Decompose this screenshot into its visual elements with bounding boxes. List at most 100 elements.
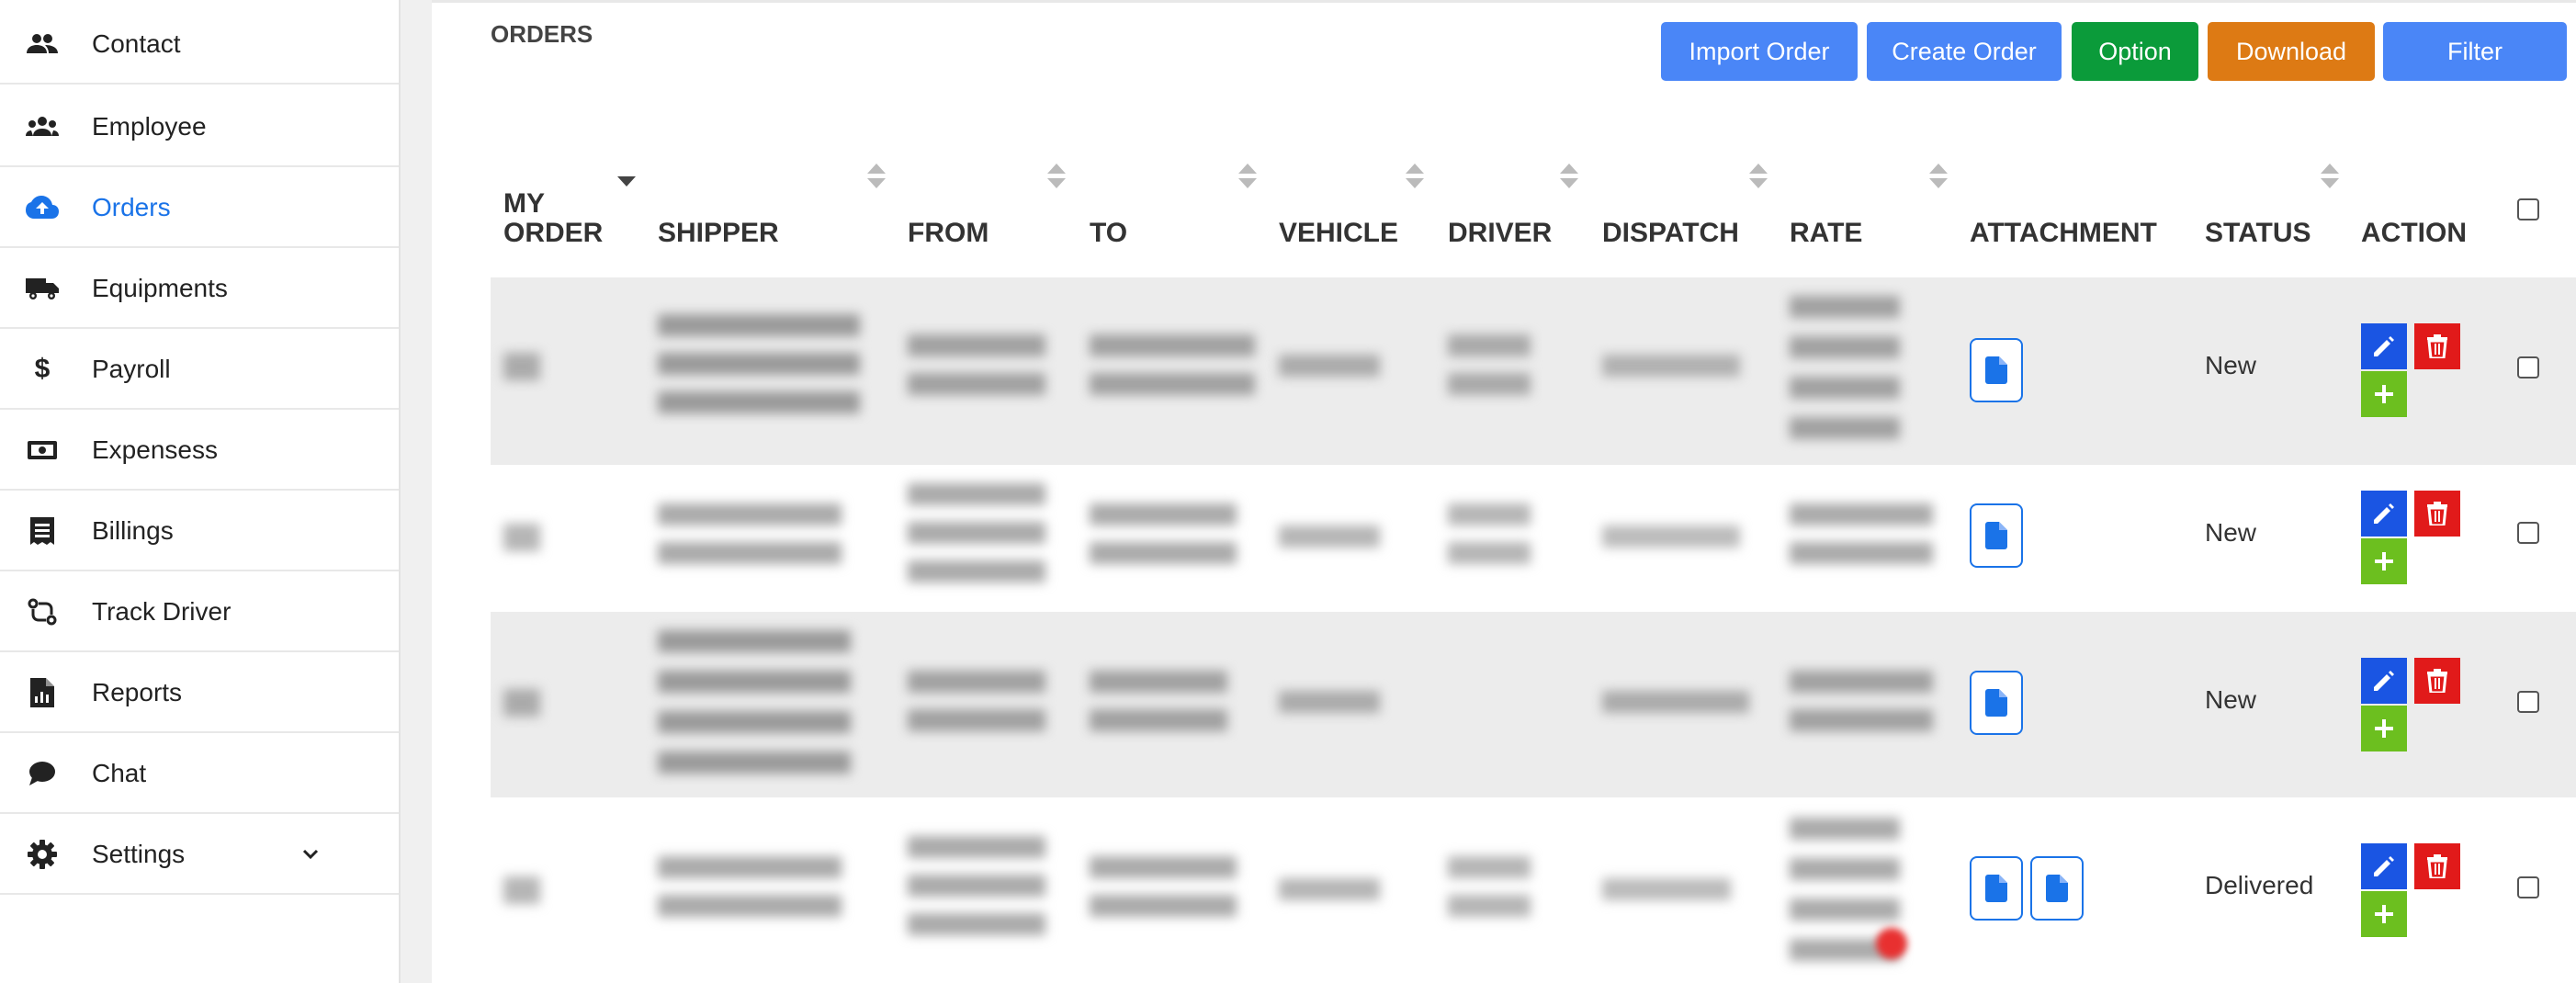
- row-checkbox[interactable]: [2517, 522, 2539, 544]
- add-button[interactable]: [2361, 891, 2407, 937]
- truck-icon: [26, 274, 59, 303]
- column-header-label: FROM: [908, 218, 989, 248]
- document-icon: [1985, 356, 2007, 384]
- plus-icon: [2375, 719, 2393, 738]
- column-header-to[interactable]: TO: [1090, 156, 1127, 276]
- sidebar-item-employee[interactable]: Employee: [0, 86, 399, 167]
- chevron-down-icon[interactable]: [298, 842, 323, 867]
- sort-icon[interactable]: [1929, 164, 1948, 191]
- filter-button[interactable]: Filter: [2383, 22, 2567, 81]
- page-title: ORDERS: [491, 20, 593, 48]
- sort-desc-icon[interactable]: [617, 176, 636, 186]
- table-row[interactable]: New: [491, 277, 2576, 465]
- dispatch-cell: [1602, 691, 1749, 713]
- table-row[interactable]: New: [491, 612, 2576, 797]
- column-header-from[interactable]: FROM: [908, 156, 989, 276]
- select-all-checkbox[interactable]: [2517, 198, 2539, 220]
- document-icon: [2046, 875, 2068, 902]
- shipper-cell: [658, 503, 842, 568]
- sort-icon[interactable]: [2321, 164, 2339, 191]
- row-checkbox[interactable]: [2517, 356, 2539, 379]
- column-header-label: SHIPPER: [658, 218, 779, 248]
- table-row[interactable]: Delivered: [491, 797, 2576, 983]
- sidebar-item-track-driver[interactable]: Track Driver: [0, 571, 399, 652]
- attachment-button[interactable]: [1970, 503, 2023, 568]
- edit-button[interactable]: [2361, 843, 2407, 889]
- trash-icon: [2427, 334, 2447, 358]
- attachment-button[interactable]: [1970, 338, 2023, 402]
- alert-dot: [1876, 928, 1907, 959]
- shipper-cell: [658, 314, 860, 423]
- from-cell: [908, 334, 1045, 399]
- cloud-upload-icon: [26, 193, 59, 222]
- order-number: [503, 876, 540, 904]
- column-header-shipper[interactable]: SHIPPER: [658, 156, 779, 276]
- rate-cell: [1790, 671, 1933, 735]
- to-cell: [1090, 671, 1227, 735]
- sidebar-item-label: Billings: [92, 516, 174, 545]
- chat-bubble-icon: [26, 759, 59, 788]
- add-button[interactable]: [2361, 706, 2407, 751]
- trash-icon: [2427, 669, 2447, 693]
- column-header-vehicle[interactable]: VEHICLE: [1279, 156, 1398, 276]
- sidebar-item-payroll[interactable]: $ Payroll: [0, 329, 399, 410]
- download-button[interactable]: Download: [2208, 22, 2375, 81]
- sidebar-item-chat[interactable]: Chat: [0, 733, 399, 814]
- dispatch-cell: [1602, 525, 1740, 548]
- delete-button[interactable]: [2414, 658, 2460, 704]
- sidebar-item-orders[interactable]: Orders: [0, 167, 399, 248]
- sidebar: Contact Employee Orders Equipments $ Pay…: [0, 0, 401, 983]
- sort-icon[interactable]: [867, 164, 886, 191]
- attachment-button[interactable]: [1970, 856, 2023, 921]
- sidebar-item-reports[interactable]: Reports: [0, 652, 399, 733]
- sort-icon[interactable]: [1406, 164, 1424, 191]
- column-header-driver[interactable]: DRIVER: [1448, 156, 1552, 276]
- sidebar-item-equipments[interactable]: Equipments: [0, 248, 399, 329]
- import-order-button[interactable]: Import Order: [1661, 22, 1858, 81]
- row-checkbox[interactable]: [2517, 691, 2539, 713]
- column-header-label: DRIVER: [1448, 218, 1553, 248]
- sort-icon[interactable]: [1560, 164, 1578, 191]
- column-header-my-order[interactable]: MY ORDER: [503, 156, 623, 276]
- sidebar-item-label: Settings: [92, 840, 186, 868]
- option-button[interactable]: Option: [2072, 22, 2198, 81]
- edit-button[interactable]: [2361, 658, 2407, 704]
- vehicle-cell: [1279, 878, 1380, 900]
- status-badge: New: [2205, 685, 2257, 714]
- edit-button[interactable]: [2361, 491, 2407, 537]
- delete-button[interactable]: [2414, 843, 2460, 889]
- column-header-label: ACTION: [2361, 218, 2467, 248]
- sidebar-item-settings[interactable]: Settings: [0, 814, 399, 895]
- create-order-button[interactable]: Create Order: [1867, 22, 2062, 81]
- driver-cell: [1448, 503, 1531, 568]
- sidebar-item-label: Track Driver: [92, 597, 232, 626]
- sort-icon[interactable]: [1749, 164, 1768, 191]
- group-icon: [26, 112, 59, 141]
- column-header-dispatch[interactable]: DISPATCH: [1602, 156, 1739, 276]
- add-button[interactable]: [2361, 538, 2407, 584]
- column-header-label: RATE: [1790, 218, 1863, 248]
- status-badge: New: [2205, 518, 2257, 547]
- sort-icon[interactable]: [1238, 164, 1257, 191]
- sidebar-item-contact[interactable]: Contact: [0, 4, 399, 85]
- document-icon: [1985, 522, 2007, 549]
- column-header-rate[interactable]: RATE: [1790, 156, 1862, 276]
- top-divider: [432, 0, 2576, 3]
- attachment-button[interactable]: [2030, 856, 2084, 921]
- sidebar-item-billings[interactable]: Billings: [0, 491, 399, 571]
- attachment-button[interactable]: [1970, 671, 2023, 735]
- column-header-label: DISPATCH: [1602, 218, 1739, 248]
- row-checkbox[interactable]: [2517, 876, 2539, 898]
- column-header-status[interactable]: STATUS: [2205, 156, 2311, 276]
- sidebar-item-expensess[interactable]: Expensess: [0, 410, 399, 491]
- delete-button[interactable]: [2414, 323, 2460, 369]
- table-row[interactable]: New: [491, 465, 2576, 612]
- pencil-icon: [2374, 336, 2394, 356]
- to-cell: [1090, 334, 1255, 399]
- delete-button[interactable]: [2414, 491, 2460, 537]
- cash-icon: [26, 435, 59, 465]
- sort-icon[interactable]: [1047, 164, 1066, 191]
- driver-cell: [1448, 334, 1531, 399]
- add-button[interactable]: [2361, 371, 2407, 417]
- edit-button[interactable]: [2361, 323, 2407, 369]
